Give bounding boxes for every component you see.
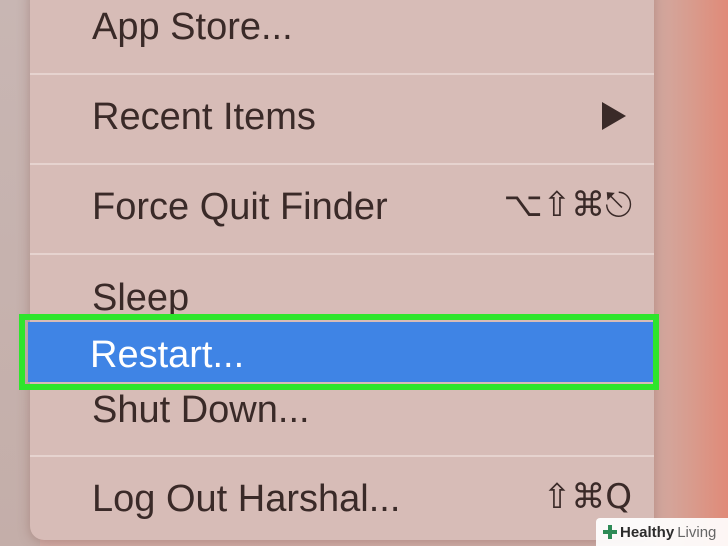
menu-item-label: Shut Down... bbox=[92, 389, 310, 431]
menu-separator bbox=[30, 455, 654, 457]
annotation-highlight-box bbox=[19, 314, 659, 390]
watermark: Healthy Living bbox=[596, 518, 728, 546]
watermark-brand-light: Living bbox=[677, 523, 717, 541]
menu-item-shut-down[interactable]: Shut Down... bbox=[30, 391, 654, 435]
keyboard-shortcut: ⇧⌘Q bbox=[542, 477, 632, 517]
menu-separator bbox=[30, 163, 654, 165]
menu-item-label: App Store... bbox=[92, 6, 293, 48]
menu-item-label: Force Quit Finder bbox=[92, 186, 388, 228]
menu-item-recent-items[interactable]: Recent Items bbox=[30, 98, 654, 142]
plus-cross-icon bbox=[602, 524, 618, 540]
submenu-arrow-icon bbox=[602, 102, 626, 130]
apple-menu bbox=[30, 0, 654, 540]
menu-item-label: Sleep bbox=[92, 277, 190, 319]
menu-item-app-store[interactable]: App Store... bbox=[30, 8, 654, 52]
menu-item-force-quit[interactable]: Force Quit Finder ⌥⇧⌘⎋ bbox=[30, 188, 654, 232]
menu-item-log-out[interactable]: Log Out Harshal... ⇧⌘Q bbox=[30, 480, 654, 524]
menu-item-label: Log Out Harshal... bbox=[92, 478, 401, 520]
menu-separator bbox=[30, 253, 654, 255]
menu-separator bbox=[30, 73, 654, 75]
menu-item-label: Recent Items bbox=[92, 96, 316, 138]
watermark-brand-bold: Healthy bbox=[620, 523, 675, 541]
keyboard-shortcut: ⌥⇧⌘⎋ bbox=[503, 185, 632, 225]
